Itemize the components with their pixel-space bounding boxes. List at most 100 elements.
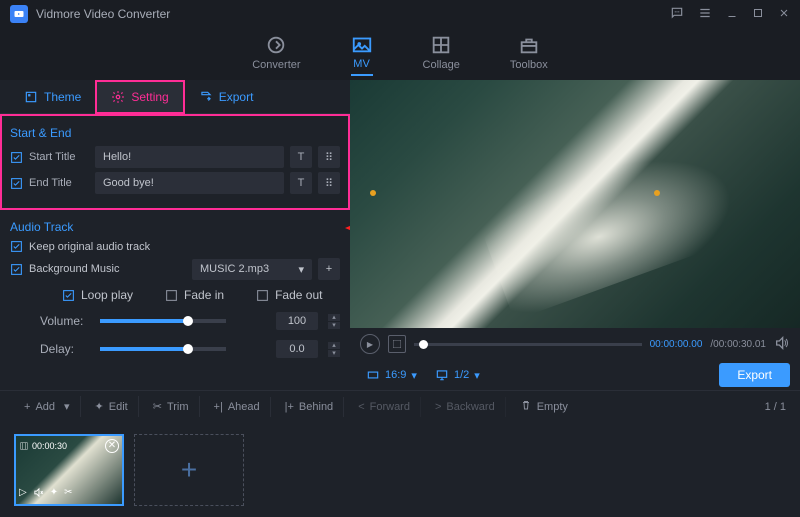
audio-track-section: Audio Track Keep original audio track Ba…	[0, 210, 350, 374]
add-button[interactable]: +Add▾	[14, 396, 81, 417]
nav-toolbox[interactable]: Toolbox	[510, 34, 548, 75]
converter-icon	[265, 34, 287, 56]
text-icon: T	[298, 177, 305, 189]
menu-icon[interactable]	[698, 6, 712, 23]
tab-setting[interactable]: Setting	[95, 80, 184, 114]
spinner-up-icon[interactable]: ▴	[328, 342, 340, 349]
timeline-toolbar: +Add▾ ✦Edit ✂Trim +|Ahead |+ Behind <Forw…	[0, 390, 800, 422]
backward-label: Backward	[446, 401, 494, 413]
clip-thumbnail[interactable]: 00:00:30 ✕ ▷ ✦ ✂	[14, 434, 124, 506]
empty-button[interactable]: Empty	[510, 395, 578, 418]
fadeout-label: Fade out	[275, 288, 322, 302]
tab-theme[interactable]: Theme	[10, 80, 95, 114]
delay-spinner[interactable]: ▴▾	[328, 342, 340, 357]
drag-icon: ⠿	[325, 177, 333, 190]
end-title-input[interactable]	[95, 172, 284, 194]
forward-button[interactable]: <Forward	[348, 397, 421, 417]
behind-button[interactable]: |+ Behind	[275, 397, 345, 417]
ahead-button[interactable]: +|Ahead	[204, 397, 271, 417]
timeline-thumbnails: 00:00:30 ✕ ▷ ✦ ✂ +	[0, 422, 800, 517]
close-icon[interactable]	[778, 7, 790, 22]
keep-audio-checkbox[interactable]	[10, 240, 23, 253]
volume-icon[interactable]	[774, 335, 790, 354]
marker-icon	[654, 190, 660, 196]
trim-label: Trim	[167, 401, 189, 413]
fadeout-checkbox[interactable]	[256, 289, 269, 302]
start-end-header: Start & End	[10, 126, 340, 140]
app-logo	[10, 5, 28, 23]
keep-audio-label: Keep original audio track	[29, 241, 150, 253]
arrow-left-bar-icon: +|	[214, 401, 223, 413]
spinner-up-icon[interactable]: ▴	[328, 314, 340, 321]
bgm-row: Background Music MUSIC 2.mp3 ▾ +	[10, 258, 340, 280]
end-title-font-button[interactable]: T	[290, 172, 312, 194]
arrow-right-bar-icon: |+	[285, 401, 294, 413]
progress-bar[interactable]	[414, 343, 642, 346]
zoom-select[interactable]: 1/2 ▾	[429, 368, 486, 382]
zoom-value: 1/2	[454, 369, 469, 381]
delay-slider[interactable]	[100, 347, 226, 351]
preview-control-bar: 16:9 ▾ 1/2 ▾ Export	[350, 360, 800, 390]
start-title-input[interactable]	[95, 146, 284, 168]
end-title-drag-button[interactable]: ⠿	[318, 172, 340, 194]
behind-label: Behind	[299, 401, 333, 413]
feedback-icon[interactable]	[670, 6, 684, 23]
spinner-down-icon[interactable]: ▾	[328, 322, 340, 329]
theme-icon	[24, 90, 38, 104]
clip-remove-button[interactable]: ✕	[105, 439, 119, 453]
trim-button[interactable]: ✂Trim	[143, 396, 200, 417]
sub-tabs: Theme Setting Export	[0, 80, 350, 114]
clip-trim-icon[interactable]: ✂	[64, 487, 72, 501]
wand-icon: ✦	[95, 400, 104, 413]
backward-button[interactable]: >Backward	[425, 397, 506, 417]
tab-setting-label: Setting	[131, 90, 168, 104]
text-icon: T	[298, 151, 305, 163]
clip-play-icon[interactable]: ▷	[19, 487, 27, 501]
add-clip-button[interactable]: +	[134, 434, 244, 506]
nav-mv[interactable]: MV	[351, 33, 373, 76]
nav-collage[interactable]: Collage	[423, 34, 460, 75]
bgm-add-button[interactable]: +	[318, 258, 340, 280]
empty-label: Empty	[537, 401, 568, 413]
clip-mute-icon[interactable]	[33, 487, 44, 501]
volume-slider[interactable]	[100, 319, 226, 323]
loop-checkbox[interactable]	[62, 289, 75, 302]
end-title-checkbox[interactable]	[10, 177, 23, 190]
fadein-checkbox[interactable]	[165, 289, 178, 302]
chevron-down-icon: ▾	[474, 369, 480, 382]
clip-edit-icon[interactable]: ✦	[50, 487, 58, 501]
volume-spinner[interactable]: ▴▾	[328, 314, 340, 329]
trash-icon	[520, 399, 532, 414]
start-title-label: Start Title	[29, 151, 89, 163]
settings-panel: Theme Setting Export Start & End Start T…	[0, 80, 350, 390]
plus-icon: +	[181, 454, 197, 486]
monitor-icon	[435, 368, 449, 382]
nav-converter[interactable]: Converter	[252, 34, 300, 75]
marker-icon	[370, 190, 376, 196]
edit-button[interactable]: ✦Edit	[85, 396, 139, 417]
plus-icon: +	[326, 263, 332, 275]
export-button[interactable]: Export	[719, 363, 790, 387]
main-nav: Converter MV Collage Toolbox	[0, 28, 800, 80]
play-icon: ▶	[367, 340, 373, 349]
page-number: 1 / 1	[765, 401, 786, 413]
playbar: ▶ 00:00:00.00/00:00:30.01	[350, 328, 800, 360]
stop-button[interactable]	[388, 335, 406, 353]
tab-export[interactable]: Export	[185, 80, 268, 114]
minimize-icon[interactable]	[726, 7, 738, 22]
play-button[interactable]: ▶	[360, 334, 380, 354]
volume-input[interactable]	[276, 312, 318, 330]
bgm-checkbox[interactable]	[10, 263, 23, 276]
delay-input[interactable]	[276, 340, 318, 358]
plus-icon: +	[24, 401, 30, 413]
maximize-icon[interactable]	[752, 7, 764, 22]
mv-icon	[351, 33, 373, 55]
aspect-ratio-select[interactable]: 16:9 ▾	[360, 368, 423, 382]
preview-video[interactable]	[350, 80, 800, 328]
start-title-font-button[interactable]: T	[290, 146, 312, 168]
bgm-select[interactable]: MUSIC 2.mp3 ▾	[192, 259, 312, 280]
spinner-down-icon[interactable]: ▾	[328, 350, 340, 357]
nav-collage-label: Collage	[423, 59, 460, 71]
start-title-checkbox[interactable]	[10, 151, 23, 164]
start-title-drag-button[interactable]: ⠿	[318, 146, 340, 168]
